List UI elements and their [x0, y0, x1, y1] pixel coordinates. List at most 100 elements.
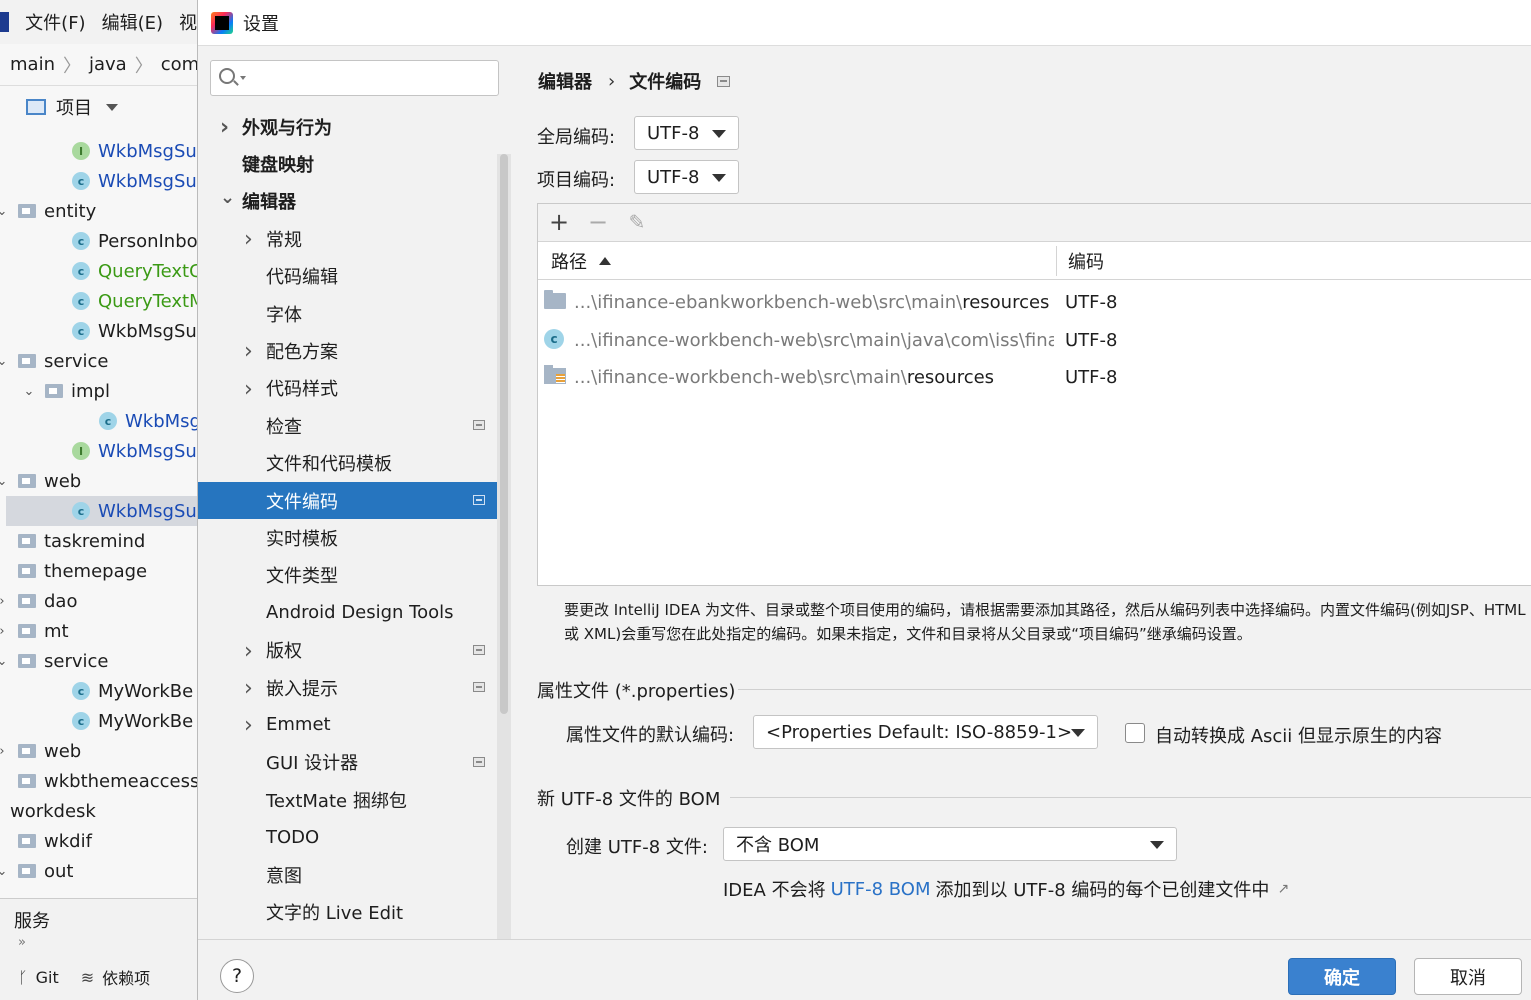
- chevron-down-icon[interactable]: ⌄: [220, 187, 235, 208]
- nav-item[interactable]: › 常规: [198, 220, 511, 257]
- breadcrumb-main[interactable]: main: [10, 54, 55, 75]
- project-tree-row[interactable]: ⌄ impl: [23, 376, 110, 406]
- breadcrumb-editor[interactable]: 编辑器: [538, 68, 592, 94]
- nav-item[interactable]: 意图: [198, 856, 511, 893]
- nav-item[interactable]: › 嵌入提示: [198, 669, 511, 706]
- chevron-right-icon[interactable]: ›: [244, 227, 253, 252]
- project-tree-row[interactable]: c QueryTextM: [72, 286, 197, 316]
- menu-edit[interactable]: 编辑(E): [102, 9, 163, 35]
- nav-item[interactable]: 文件和代码模板: [198, 445, 511, 482]
- chevron-down-icon[interactable]: ⌄: [0, 474, 8, 489]
- project-tree-row[interactable]: c PersonInbo: [72, 226, 197, 256]
- breadcrumb-com[interactable]: com: [161, 54, 197, 75]
- chevron-down-icon[interactable]: ⌄: [0, 354, 8, 369]
- chevron-right-icon[interactable]: ›: [244, 377, 253, 402]
- settings-search-box[interactable]: [210, 60, 499, 96]
- column-header-encoding[interactable]: 编码: [1068, 242, 1104, 280]
- nav-item[interactable]: TODO: [198, 819, 511, 856]
- project-tree-row[interactable]: c WkbMsgSu: [72, 316, 197, 346]
- project-tree-row[interactable]: ⌄ web: [0, 466, 81, 496]
- project-tree-row[interactable]: ⌄ out: [0, 856, 73, 886]
- git-tool-button[interactable]: ᚴ Git: [18, 968, 59, 987]
- project-tree-row[interactable]: taskremind: [18, 526, 145, 556]
- chevron-down-icon[interactable]: ⌄: [0, 864, 8, 879]
- chevron-right-icon[interactable]: ›: [244, 339, 253, 364]
- nav-item[interactable]: ⌄ 编辑器: [198, 183, 511, 220]
- dialog-titlebar[interactable]: 设置: [198, 0, 1531, 46]
- project-tree-row[interactable]: › mt: [0, 616, 69, 646]
- project-tree-row[interactable]: workdesk: [10, 796, 96, 826]
- chevron-down-icon[interactable]: [240, 76, 246, 80]
- menu-file[interactable]: 文件(F): [25, 9, 85, 35]
- table-row[interactable]: ...\ifinance-workbench-web\src\main\ reso…: [538, 359, 1531, 396]
- ascii-conversion-checkbox[interactable]: [1125, 723, 1145, 743]
- nav-item[interactable]: 文件编码: [198, 482, 511, 519]
- menu-view[interactable]: 视: [179, 9, 197, 35]
- chevron-down-icon[interactable]: ⌄: [0, 654, 8, 669]
- nav-scrollbar[interactable]: [497, 154, 511, 985]
- nav-item[interactable]: GUI 设计器: [198, 744, 511, 781]
- nav-item[interactable]: 检查: [198, 407, 511, 444]
- project-tree-row[interactable]: c QueryTextC: [72, 256, 197, 286]
- project-tool-header[interactable]: 项目: [0, 88, 197, 126]
- utf8-bom-link[interactable]: UTF-8 BOM: [831, 879, 931, 900]
- nav-item[interactable]: 字体: [198, 295, 511, 332]
- chevron-down-icon[interactable]: [106, 103, 118, 111]
- table-row[interactable]: c ...\ifinance-workbench-web\src\main\jav…: [538, 322, 1531, 359]
- nav-item[interactable]: Android Design Tools: [198, 594, 511, 631]
- help-button[interactable]: ?: [220, 959, 254, 993]
- project-tree-row[interactable]: c WkbMsg: [99, 406, 197, 436]
- chevron-right-icon[interactable]: ›: [244, 713, 253, 738]
- project-tree-row[interactable]: I WkbMsgSu: [72, 136, 197, 166]
- chevron-down-icon[interactable]: ⌄: [23, 384, 35, 399]
- dependencies-tool-button[interactable]: ≋ 依赖项: [81, 965, 150, 989]
- chevron-right-icon[interactable]: ›: [0, 624, 8, 639]
- project-tree-row[interactable]: ⌄ service: [0, 346, 108, 376]
- bom-select[interactable]: 不含 BOM: [723, 827, 1177, 861]
- project-tree-row[interactable]: themepage: [18, 556, 147, 586]
- project-tree-row[interactable]: ⌄ entity: [0, 196, 96, 226]
- nav-scrollbar-thumb[interactable]: [500, 154, 508, 714]
- project-tree-row[interactable]: › dao: [0, 586, 77, 616]
- project-tree-row[interactable]: › web: [0, 736, 81, 766]
- project-encoding-select[interactable]: UTF-8: [634, 160, 739, 194]
- project-tree-row[interactable]: wkdif: [18, 826, 92, 856]
- column-divider[interactable]: [1056, 246, 1057, 276]
- chevron-right-icon[interactable]: ›: [244, 676, 253, 701]
- nav-item[interactable]: › 外观与行为: [198, 108, 511, 145]
- nav-item[interactable]: 代码编辑: [198, 258, 511, 295]
- nav-item[interactable]: TextMate 捆绑包: [198, 781, 511, 818]
- nav-item[interactable]: › 配色方案: [198, 332, 511, 369]
- add-path-button[interactable]: +: [544, 207, 574, 237]
- cancel-button[interactable]: 取消: [1414, 958, 1522, 995]
- nav-item[interactable]: 文字的 Live Edit: [198, 893, 511, 930]
- search-icon[interactable]: [219, 68, 235, 84]
- ok-button[interactable]: 确定: [1288, 958, 1396, 995]
- settings-search-input[interactable]: [251, 65, 491, 91]
- edit-pencil-icon[interactable]: ✎: [622, 207, 652, 237]
- table-cell-encoding[interactable]: UTF-8: [1065, 284, 1117, 321]
- global-encoding-select[interactable]: UTF-8: [634, 116, 739, 150]
- services-toolbar-icon[interactable]: »: [18, 935, 26, 950]
- column-header-path[interactable]: 路径: [551, 242, 611, 280]
- project-tree-row[interactable]: c WkbMsgSu: [72, 166, 197, 196]
- table-cell-encoding[interactable]: UTF-8: [1065, 359, 1117, 396]
- nav-item[interactable]: › 代码样式: [198, 370, 511, 407]
- project-tree-row[interactable]: ⌄ service: [0, 646, 108, 676]
- nav-item[interactable]: 实时模板: [198, 519, 511, 556]
- chevron-right-icon[interactable]: ›: [0, 744, 8, 759]
- nav-item[interactable]: 文件类型: [198, 557, 511, 594]
- breadcrumb-java[interactable]: java: [89, 54, 127, 75]
- properties-encoding-select[interactable]: <Properties Default: ISO-8859-1>: [753, 715, 1098, 749]
- chevron-down-icon[interactable]: ⌄: [0, 204, 8, 219]
- project-tree-row[interactable]: c MyWorkBe: [72, 676, 193, 706]
- table-row[interactable]: ...\ifinance-ebankworkbench-web\src\main…: [538, 284, 1531, 321]
- project-tree-row[interactable]: c WkbMsgSu: [6, 496, 197, 526]
- project-tree-row[interactable]: I WkbMsgSu: [72, 436, 197, 466]
- project-tree-row[interactable]: wkbthemeaccess: [18, 766, 197, 796]
- table-cell-encoding[interactable]: UTF-8: [1065, 322, 1117, 359]
- nav-item[interactable]: 键盘映射: [198, 145, 511, 182]
- remove-path-button[interactable]: −: [583, 207, 613, 237]
- chevron-right-icon[interactable]: ›: [244, 639, 253, 664]
- chevron-right-icon[interactable]: ›: [220, 115, 229, 140]
